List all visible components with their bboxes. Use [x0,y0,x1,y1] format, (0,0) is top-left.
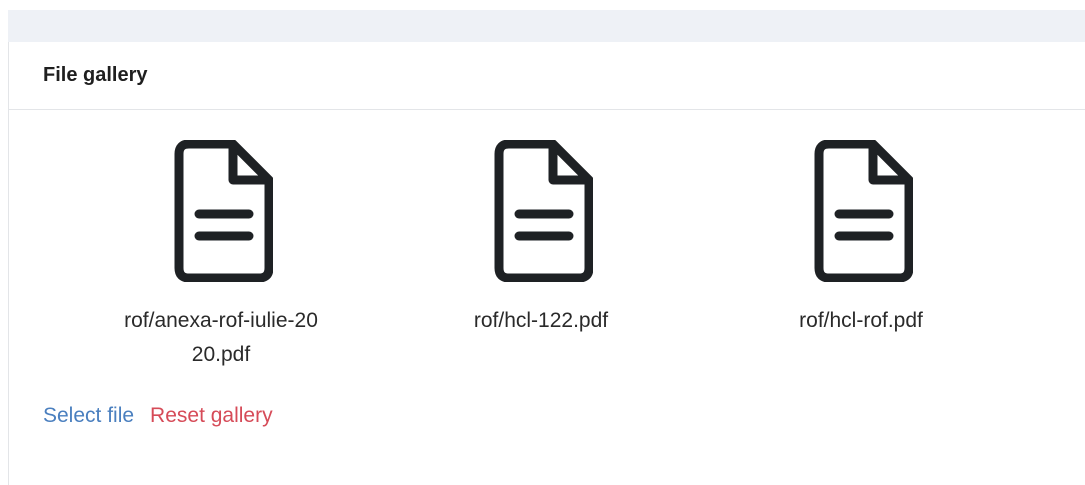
file-item[interactable]: rof/hcl-122.pdf [441,140,641,338]
panel-header: File gallery [9,42,1085,110]
file-item[interactable]: rof/hcl-rof.pdf [761,140,961,338]
reset-gallery-link[interactable]: Reset gallery [150,404,273,428]
top-strip [8,10,1085,42]
file-text-icon [494,140,593,282]
file-gallery: rof/anexa-rof-iulie-2020.pdf rof/hcl-122… [9,140,1085,390]
select-file-link[interactable]: Select file [43,404,134,428]
panel-title: File gallery [43,64,148,86]
file-item[interactable]: rof/anexa-rof-iulie-2020.pdf [121,140,321,372]
page: File gallery rof/anexa-rof-iulie-2020.pd… [0,0,1085,485]
file-name: rof/hcl-rof.pdf [799,309,923,332]
file-gallery-panel: File gallery rof/anexa-rof-iulie-2020.pd… [8,42,1085,485]
file-text-icon [814,140,913,282]
gallery-actions: Select file Reset gallery [43,404,273,428]
file-name: rof/hcl-122.pdf [473,309,609,332]
file-text-icon [174,140,273,282]
file-name: rof/anexa-rof-iulie-2020.pdf [124,309,318,366]
